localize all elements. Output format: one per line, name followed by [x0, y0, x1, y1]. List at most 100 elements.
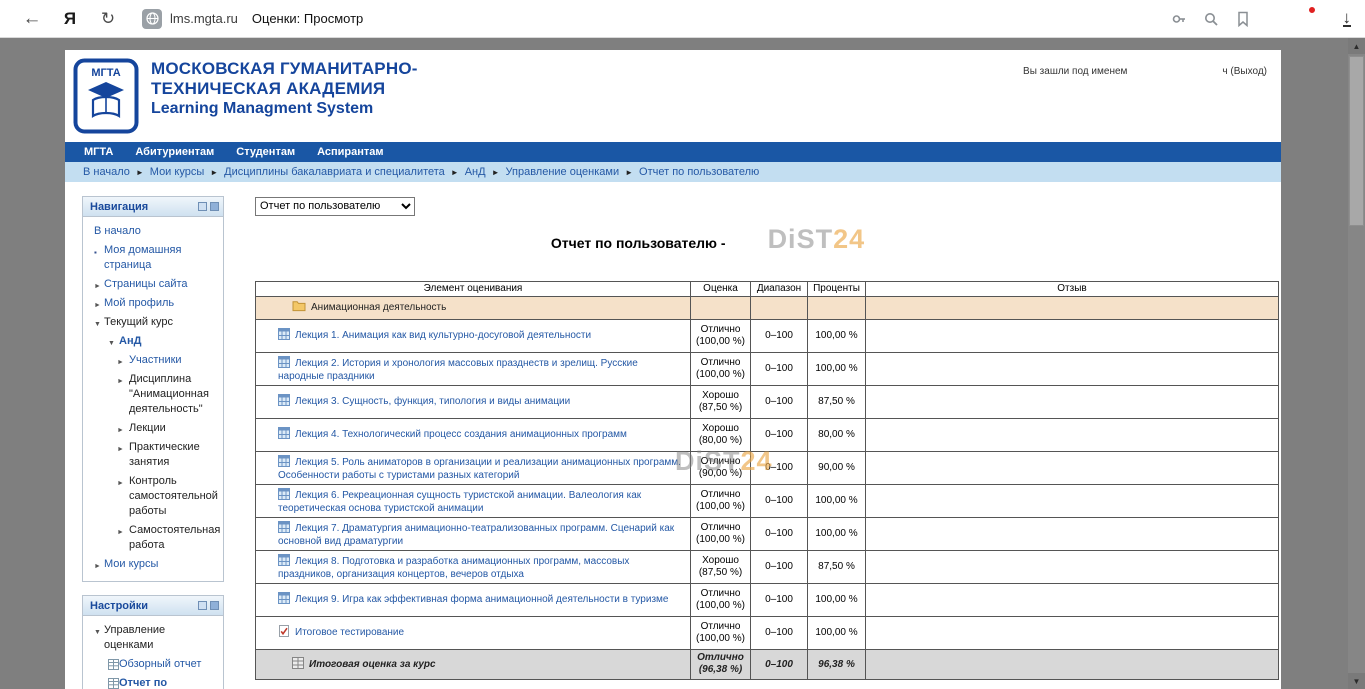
site-title-line2: ТЕХНИЧЕСКАЯ АКАДЕМИЯ: [151, 79, 418, 99]
sidebar-item-label: Лекции: [129, 422, 166, 434]
sidebar-item[interactable]: ►Контроль самостоятельной работы: [86, 472, 220, 521]
expand-icon[interactable]: ►: [117, 423, 124, 438]
svg-text:МГТА: МГТА: [91, 67, 120, 79]
browser-extension-icon[interactable]: [1293, 8, 1315, 30]
grades-report-icon: [108, 678, 119, 689]
expand-icon[interactable]: ►: [117, 525, 124, 540]
breadcrumb-link[interactable]: АнД: [465, 166, 486, 178]
hide-block-icon[interactable]: [210, 601, 219, 610]
sidebar-item[interactable]: ►Мои курсы: [86, 555, 220, 574]
sidebar-item[interactable]: ►Страницы сайта: [86, 275, 220, 294]
expand-icon[interactable]: ►: [117, 442, 124, 457]
scrollbar-thumb[interactable]: [1349, 56, 1364, 226]
breadcrumb-link[interactable]: Отчет по пользователю: [639, 166, 759, 178]
expand-icon[interactable]: ►: [94, 559, 101, 574]
vertical-scrollbar[interactable]: ▲ ▼: [1348, 38, 1365, 689]
quiz-icon: [278, 625, 290, 640]
percent-cell: 80,00 %: [808, 418, 866, 451]
activity-link[interactable]: Лекция 4. Технологический процесс создан…: [295, 429, 627, 440]
grade-value: Отлично: [693, 652, 748, 664]
activity-link[interactable]: Лекция 5. Роль аниматоров в организации …: [278, 457, 681, 481]
main-nav-link[interactable]: Студентам: [225, 146, 306, 158]
table-column-header: Проценты: [808, 281, 866, 296]
grade-cell: Хорошо(87,50 %): [691, 550, 751, 583]
dock-block-icon[interactable]: [198, 202, 207, 211]
range-cell: 0–100: [751, 484, 808, 517]
grade-cell: Отлично(100,00 %): [691, 583, 751, 616]
sidebar-item[interactable]: ►Самостоятельная работа: [86, 521, 220, 555]
breadcrumb-link[interactable]: Управление оценками: [506, 166, 620, 178]
sidebar-item[interactable]: ► Участники: [86, 351, 220, 370]
site-globe-icon[interactable]: [142, 9, 162, 29]
collapse-icon[interactable]: ▼: [94, 625, 101, 640]
key-icon[interactable]: [1169, 9, 1189, 29]
collapse-icon[interactable]: ▼: [94, 317, 101, 332]
activity-link[interactable]: Лекция 8. Подготовка и разработка анимац…: [278, 556, 629, 580]
back-icon[interactable]: ←: [20, 8, 44, 30]
grade-value: Хорошо: [693, 390, 748, 402]
refresh-icon[interactable]: ↻: [96, 9, 120, 29]
activity-link[interactable]: Итоговое тестирование: [295, 627, 404, 638]
hide-block-icon[interactable]: [210, 202, 219, 211]
feedback-cell: [866, 616, 1279, 649]
grade-row: Лекция 7. Драматургия анимационно-театра…: [256, 517, 1279, 550]
main-nav-link[interactable]: Абитуриентам: [124, 146, 225, 158]
yandex-browser-icon[interactable]: Я: [58, 9, 82, 29]
breadcrumb-link[interactable]: Мои курсы: [150, 166, 204, 178]
sidebar-item[interactable]: Обзорный отчет: [86, 655, 220, 674]
scroll-up-icon[interactable]: ▲: [1348, 38, 1365, 54]
sidebar-item[interactable]: ▼Управление оценками: [86, 621, 220, 655]
dock-block-icon[interactable]: [198, 601, 207, 610]
sidebar-item[interactable]: Отчет по пользователю: [86, 674, 220, 689]
lesson-icon: [278, 592, 290, 607]
sidebar-item[interactable]: ► Лекции: [86, 419, 220, 438]
activity-link[interactable]: Лекция 2. История и хронология массовых …: [278, 358, 638, 382]
grade-value: Отлично: [693, 621, 748, 633]
sidebar-item-label: В начало: [94, 225, 141, 237]
main-nav: МГТААбитуриентамСтудентамАспирантам: [65, 142, 1281, 162]
search-icon[interactable]: [1201, 9, 1221, 29]
expand-icon[interactable]: ►: [94, 298, 101, 313]
sidebar-item[interactable]: ▼Текущий курс: [86, 313, 220, 332]
expand-icon[interactable]: ►: [117, 476, 124, 491]
breadcrumb: В начало►Мои курсы►Дисциплины бакалавриа…: [65, 162, 1281, 182]
sidebar-item-label: Участники: [129, 354, 182, 366]
range-cell: 0–100: [751, 451, 808, 484]
sidebar-item[interactable]: ►Практические занятия: [86, 438, 220, 472]
percent-cell: 100,00 %: [808, 484, 866, 517]
main-nav-link[interactable]: Аспирантам: [306, 146, 394, 158]
expand-icon[interactable]: ►: [94, 279, 101, 294]
grade-cell: Отлично(100,00 %): [691, 484, 751, 517]
expand-icon[interactable]: ►: [117, 374, 124, 389]
grade-value: Отлично: [693, 456, 748, 468]
expand-icon[interactable]: ►: [117, 355, 124, 370]
page-viewport: МГТА МОСКОВСКАЯ ГУМАНИТАРНО- ТЕХНИЧЕСКАЯ…: [0, 38, 1365, 689]
download-icon[interactable]: ↓: [1343, 11, 1352, 27]
dist24-watermark: DiST24: [768, 226, 866, 253]
activity-link[interactable]: Лекция 3. Сущность, функция, типология и…: [295, 396, 570, 407]
sidebar-item[interactable]: ►Дисциплина "Анимационная деятельность": [86, 370, 220, 419]
navigation-block-header: Навигация: [83, 197, 223, 217]
address-url[interactable]: lms.mgta.ru: [170, 11, 238, 26]
collapse-icon[interactable]: ▼: [108, 336, 115, 351]
lesson-icon: [278, 455, 290, 470]
activity-link[interactable]: Лекция 1. Анимация как вид культурно-дос…: [295, 330, 591, 341]
breadcrumb-link[interactable]: Дисциплины бакалавриата и специалитета: [224, 166, 445, 178]
main-nav-link[interactable]: МГТА: [73, 146, 124, 158]
bookmark-flag-icon[interactable]: [1233, 9, 1253, 29]
activity-link[interactable]: Лекция 9. Игра как эффективная форма ани…: [295, 594, 668, 605]
folder-icon: [292, 300, 306, 315]
activity-link[interactable]: Лекция 6. Рекреационная сущность туристс…: [278, 490, 641, 514]
breadcrumb-link[interactable]: В начало: [83, 166, 130, 178]
feedback-cell: [866, 517, 1279, 550]
activity-link[interactable]: Лекция 7. Драматургия анимационно-театра…: [278, 523, 674, 547]
sidebar-item[interactable]: ▼АнД: [86, 332, 220, 351]
scroll-down-icon[interactable]: ▼: [1348, 673, 1365, 689]
logout-link[interactable]: (Выход): [1230, 66, 1267, 77]
report-type-select[interactable]: Отчет по пользователю: [255, 197, 415, 216]
course-total-row: Итоговая оценка за курсОтлично(96,38 %)0…: [256, 649, 1279, 679]
sidebar-item[interactable]: ►Мой профиль: [86, 294, 220, 313]
navigation-block: Навигация В начало▪Моя домашняя страница…: [82, 196, 224, 582]
sidebar-item-label: Отчет по пользователю: [119, 677, 198, 689]
range-cell: 0–100: [751, 319, 808, 352]
